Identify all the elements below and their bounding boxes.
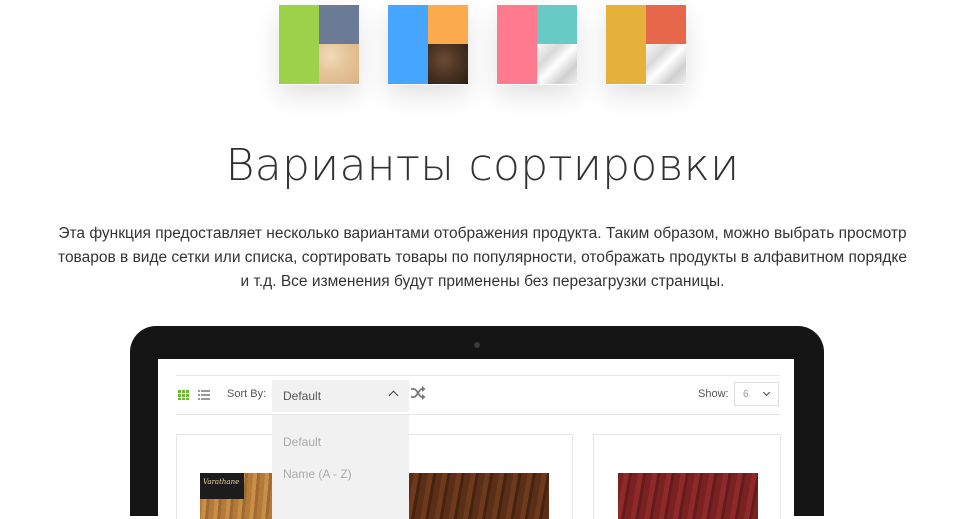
product-card[interactable] bbox=[407, 434, 573, 519]
swatch-silver-texture bbox=[537, 44, 577, 84]
swatch-green-gray-sand[interactable] bbox=[279, 5, 359, 85]
laptop-mockup: Sort By: Default Show: 6 Varathane Defau… bbox=[130, 326, 824, 519]
swatch-left-color bbox=[388, 5, 428, 84]
show-count-value: 6 bbox=[743, 389, 749, 400]
camera-icon bbox=[474, 342, 480, 348]
swatch-top-right-color bbox=[537, 5, 577, 44]
swatch-left-color bbox=[497, 5, 537, 84]
sort-dropdown-menu: Default Name (A - Z) bbox=[272, 415, 409, 519]
swatch-sand-texture bbox=[319, 44, 359, 84]
product-image[interactable] bbox=[408, 473, 549, 519]
sort-by-label: Sort By: bbox=[227, 388, 267, 400]
swatch-top-right-color bbox=[428, 5, 468, 44]
swatch-top-right-color bbox=[646, 5, 686, 44]
chevron-down-icon bbox=[762, 388, 771, 397]
product-card[interactable] bbox=[593, 434, 781, 519]
swatch-wood-texture bbox=[428, 44, 468, 84]
section-heading: Варианты сортировки bbox=[225, 140, 740, 191]
swatch-left-color bbox=[279, 5, 319, 84]
shuffle-icon[interactable] bbox=[410, 386, 426, 400]
sort-toolbar: Sort By: Default Show: 6 bbox=[176, 375, 780, 415]
sort-by-value: Default bbox=[283, 389, 322, 403]
swatch-top-right-color bbox=[319, 5, 359, 44]
swatch-pink-teal-silver[interactable] bbox=[497, 5, 577, 85]
list-view-icon[interactable] bbox=[198, 390, 210, 400]
product-image[interactable] bbox=[618, 473, 758, 519]
product-brand-label: Varathane bbox=[203, 478, 240, 486]
sort-option[interactable]: Name (A - Z) bbox=[283, 467, 352, 481]
swatch-left-color bbox=[606, 5, 646, 84]
chevron-up-icon bbox=[388, 390, 399, 401]
swatch-silver-texture bbox=[646, 44, 686, 84]
sort-by-select[interactable]: Default bbox=[272, 380, 409, 412]
swatch-blue-orange-wood[interactable] bbox=[388, 5, 468, 85]
show-count-select[interactable]: 6 bbox=[734, 382, 779, 406]
grid-view-icon[interactable] bbox=[178, 390, 190, 400]
sort-option[interactable]: Default bbox=[283, 435, 321, 449]
swatch-mustard-coral-silver[interactable] bbox=[606, 5, 686, 85]
show-label: Show: bbox=[698, 388, 729, 400]
product-image[interactable]: Varathane bbox=[200, 473, 276, 519]
laptop-screen: Sort By: Default Show: 6 Varathane Defau… bbox=[158, 359, 794, 519]
section-description: Эта функция предоставляет несколько вари… bbox=[58, 225, 907, 290]
